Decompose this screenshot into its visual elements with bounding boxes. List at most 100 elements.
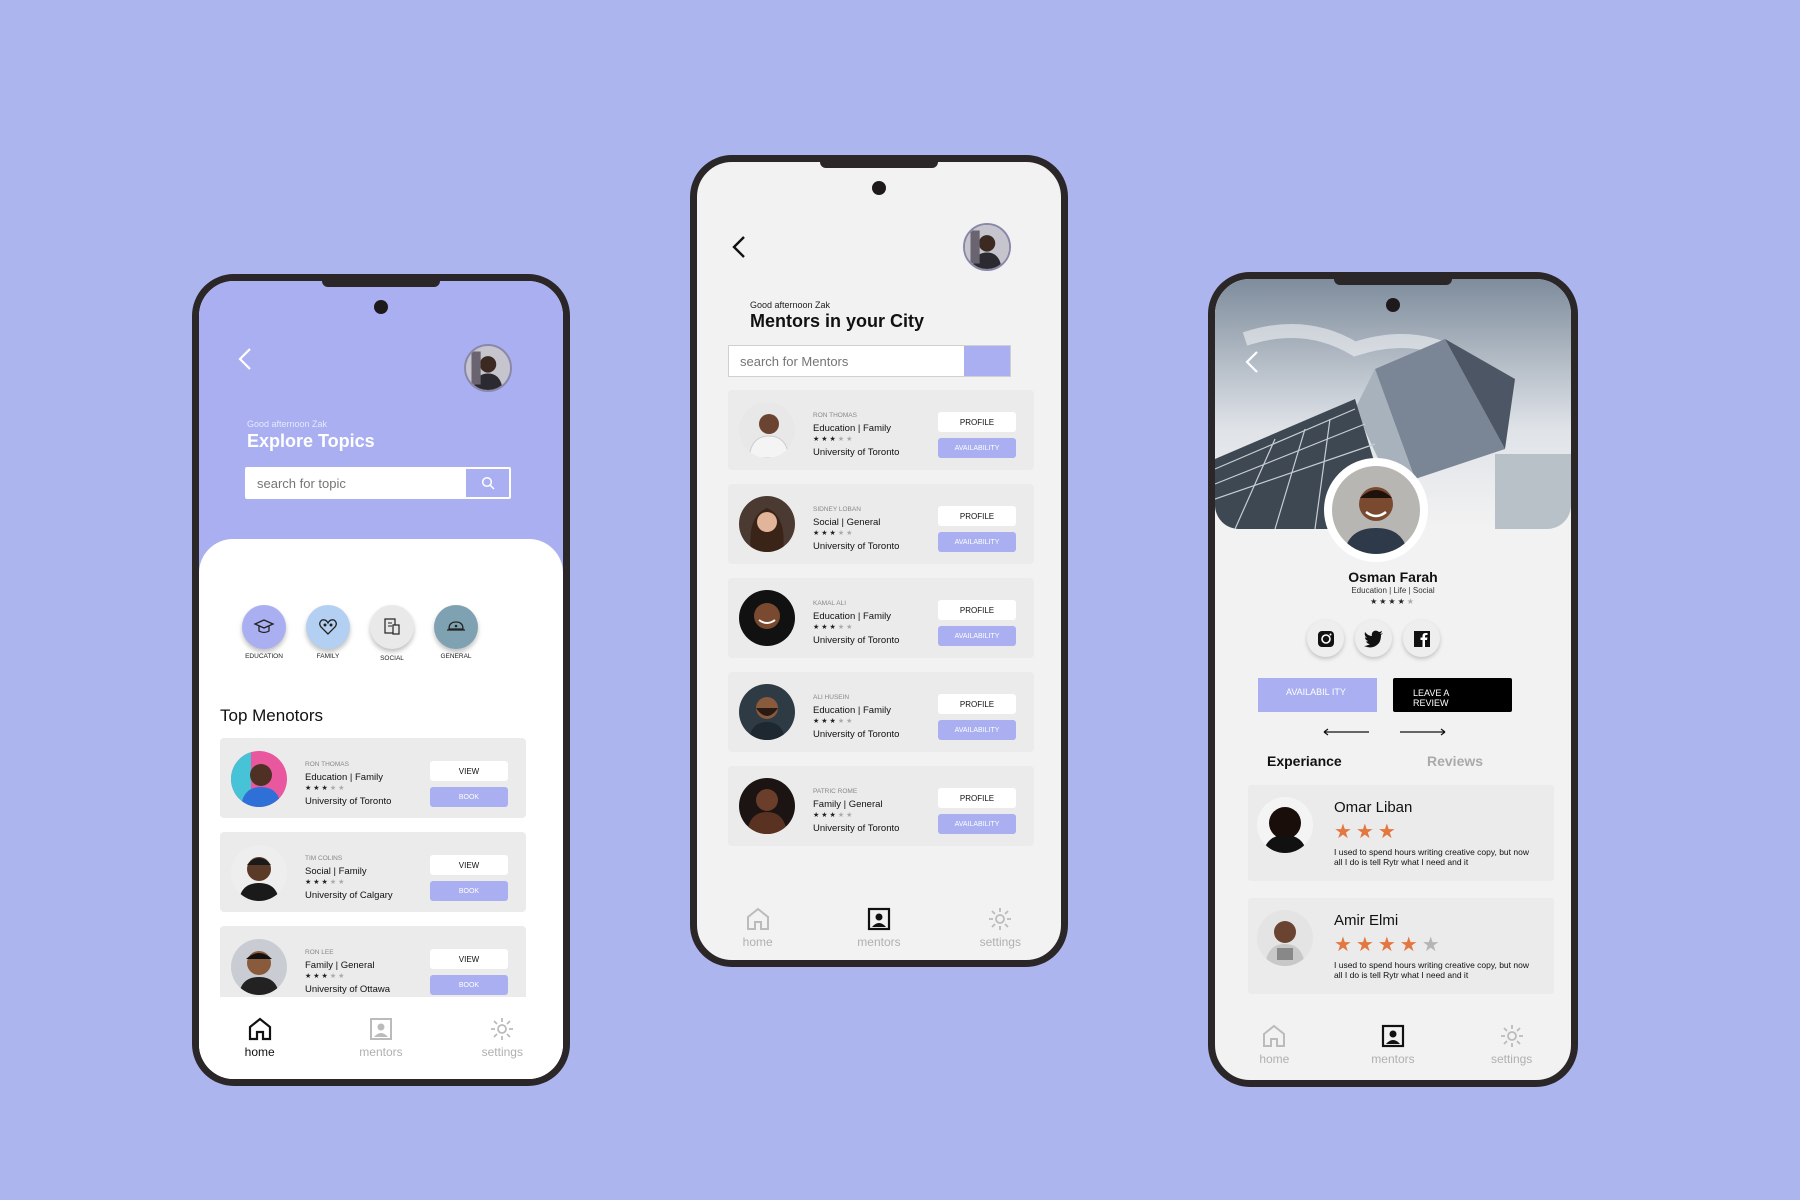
nav-mentors[interactable]: mentors: [336, 1016, 426, 1059]
mentor-name: KAMAL ALI: [813, 600, 846, 607]
chevron-left-icon: [732, 236, 745, 258]
mentor-card[interactable]: RON LEE Family | General ★★★★★ Universit…: [220, 926, 526, 1006]
mentor-card[interactable]: ALI HUSEIN Education | Family ★★★★★ Univ…: [728, 672, 1034, 752]
topic-label: GENERAL: [440, 653, 472, 660]
facebook-icon: [1413, 630, 1430, 647]
review-card: Amir Elmi ★★★★★ I used to spend hours wr…: [1248, 898, 1554, 994]
tab-reviews[interactable]: Reviews: [1427, 753, 1483, 769]
chevron-left-icon: [1245, 351, 1258, 373]
profile-button[interactable]: PROFILE: [938, 600, 1016, 620]
gear-icon: [1500, 1025, 1523, 1047]
book-button[interactable]: BOOK: [430, 881, 508, 901]
facebook-button[interactable]: [1403, 620, 1440, 657]
profile-button[interactable]: PROFILE: [938, 788, 1016, 808]
mentor-card[interactable]: PATRIC ROME Family | General ★★★★★ Unive…: [728, 766, 1034, 846]
gear-icon: [491, 1018, 514, 1040]
front-camera: [374, 300, 388, 314]
profile-button[interactable]: PROFILE: [938, 412, 1016, 432]
phone-notch: [820, 162, 938, 168]
view-button[interactable]: VIEW: [430, 855, 508, 875]
mentor-rating: ★★★★★: [813, 436, 855, 443]
arrow-left-icon[interactable]: [1322, 728, 1370, 736]
user-avatar[interactable]: [963, 223, 1011, 271]
mentor-card[interactable]: TIM COLINS Social | Family ★★★★★ Univers…: [220, 832, 526, 912]
mentor-name: RON LEE: [305, 949, 334, 956]
review-rating: ★★★★★: [1334, 934, 1444, 956]
view-button[interactable]: VIEW: [430, 761, 508, 781]
mentor-rating: ★★★★★: [305, 879, 347, 886]
availability-button[interactable]: AVAILABILITY: [938, 814, 1016, 834]
review-card: Omar Liban ★★★ I used to spend hours wri…: [1248, 785, 1554, 881]
mentor-search-input[interactable]: [729, 346, 965, 376]
availability-button[interactable]: AVAILABILITY: [938, 532, 1016, 552]
nav-home[interactable]: home: [713, 906, 803, 949]
availability-button[interactable]: AVAILABILITY: [938, 438, 1016, 458]
search-button[interactable]: [465, 468, 510, 498]
availability-button[interactable]: AVAILABILITY: [938, 626, 1016, 646]
mentor-university: University of Toronto: [813, 729, 900, 740]
mentor-tags: Social | Family: [305, 866, 367, 877]
mentor-card[interactable]: SIDNEY LOBAN Social | General ★★★★★ Univ…: [728, 484, 1034, 564]
mentor-tags: Family | General: [813, 799, 883, 810]
topic-family[interactable]: FAMILY: [305, 605, 351, 660]
contact-card-icon: [369, 1018, 392, 1040]
nav-label: settings: [1490, 1052, 1533, 1066]
instagram-button[interactable]: [1307, 620, 1344, 657]
nav-label: settings: [481, 1045, 523, 1059]
bottom-nav: home mentors settings: [697, 906, 1061, 949]
greeting-text: Good afternoon Zak: [750, 300, 831, 310]
topic-social[interactable]: SOCIAL: [369, 605, 415, 662]
nav-settings[interactable]: settings: [1467, 1023, 1557, 1066]
mentor-photo: [739, 590, 795, 646]
nav-settings[interactable]: settings: [457, 1016, 547, 1059]
reviewer-avatar: [1257, 797, 1313, 853]
twitter-button[interactable]: [1355, 620, 1392, 657]
chevron-left-icon: [238, 348, 251, 370]
mentor-card[interactable]: RON THOMAS Education | Family ★★★★★ Univ…: [220, 738, 526, 818]
search-button[interactable]: [964, 346, 1010, 376]
nav-home[interactable]: home: [1229, 1023, 1319, 1066]
view-button[interactable]: VIEW: [430, 949, 508, 969]
review-rating: ★★★: [1334, 821, 1400, 843]
topic-education[interactable]: EDUCATION: [241, 605, 287, 660]
availability-button[interactable]: AVAILABIL ITY: [1258, 678, 1377, 712]
page-title: Mentors in your City: [750, 311, 925, 331]
topic-general[interactable]: GENERAL: [433, 605, 479, 660]
instagram-icon: [1317, 630, 1334, 647]
phone-mentor-profile: Osman Farah Education | Life | Social ★★…: [1208, 272, 1578, 1087]
family-heart-icon: [319, 619, 337, 635]
mentor-name: ALI HUSEIN: [813, 694, 850, 701]
user-avatar[interactable]: [464, 344, 512, 392]
arrow-right-icon[interactable]: [1399, 728, 1447, 736]
nav-mentors[interactable]: mentors: [834, 906, 924, 949]
mentor-card[interactable]: RON THOMAS Education | Family ★★★★★ Univ…: [728, 390, 1034, 470]
leave-review-button[interactable]: LEAVE A REVIEW: [1393, 678, 1512, 712]
profile-button[interactable]: PROFILE: [938, 506, 1016, 526]
back-button[interactable]: [729, 232, 749, 262]
book-button[interactable]: BOOK: [430, 787, 508, 807]
topic-search-bar: [245, 467, 511, 499]
mentor-photo: [231, 939, 287, 995]
social-links: [1307, 620, 1440, 657]
profile-button[interactable]: PROFILE: [938, 694, 1016, 714]
book-button[interactable]: BOOK: [430, 975, 508, 995]
mentor-university: University of Calgary: [305, 890, 393, 901]
search-icon: [481, 476, 495, 490]
phone-mentors-in-city: Good afternoon Zak Mentors in your City …: [690, 155, 1068, 967]
nav-settings[interactable]: settings: [955, 906, 1045, 949]
mentor-university: University of Ottawa: [305, 984, 390, 995]
mentor-rating: ★★★★★: [813, 718, 855, 725]
back-button[interactable]: [235, 344, 255, 374]
mentor-card[interactable]: KAMAL ALI Education | Family ★★★★★ Unive…: [728, 578, 1034, 658]
mentor-photo: [739, 496, 795, 552]
nav-mentors[interactable]: mentors: [1348, 1023, 1438, 1066]
tab-experience[interactable]: Experiance: [1267, 753, 1342, 769]
greeting-text: Good afternoon Zak: [247, 419, 328, 429]
back-button[interactable]: [1242, 347, 1262, 377]
availability-button[interactable]: AVAILABILITY: [938, 720, 1016, 740]
topic-search-input[interactable]: [246, 468, 464, 498]
nav-home[interactable]: home: [215, 1016, 305, 1059]
social-chat-icon: [384, 618, 400, 635]
profile-name: Osman Farah: [1348, 569, 1438, 585]
mentor-photo: [739, 778, 795, 834]
